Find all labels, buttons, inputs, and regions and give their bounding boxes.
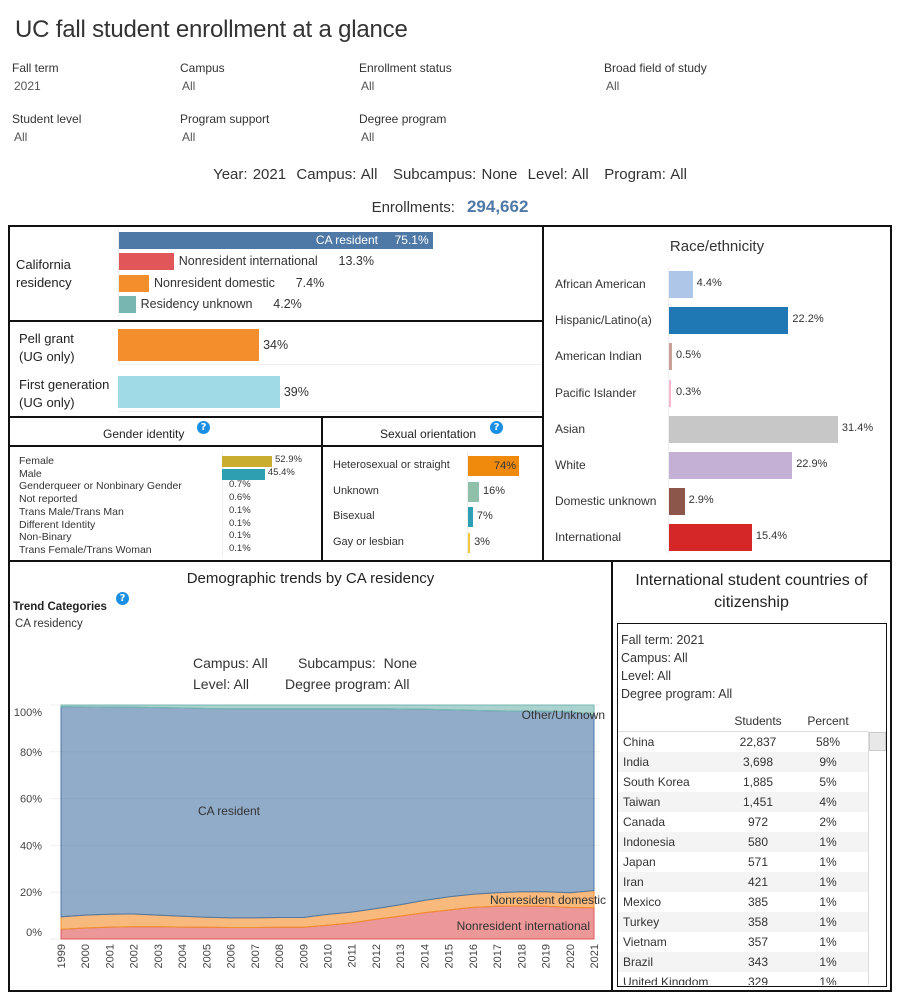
student-percent: 1% (819, 835, 837, 849)
info-fall-term: Fall term: 2021 (621, 633, 705, 647)
info-level: Level: All (621, 669, 672, 683)
race-bar[interactable] (669, 488, 685, 516)
filter-value[interactable]: All (604, 79, 707, 93)
y-tick-label: 100% (14, 707, 42, 719)
race-value: 15.4% (755, 530, 788, 543)
international-title: International student countries of citiz… (611, 570, 892, 614)
table-row[interactable]: Vietnam 357 1% (618, 932, 868, 952)
student-count: 421 (747, 875, 769, 889)
table-row[interactable]: South Korea 1,885 5% (618, 772, 868, 792)
student-count: 357 (747, 935, 769, 949)
student-count: 1,885 (742, 775, 774, 789)
table-row[interactable]: Taiwan 1,451 4% (618, 792, 868, 812)
student-count: 358 (747, 915, 769, 929)
area-annotation: Other/Unknown (522, 708, 605, 722)
country-name: South Korea (623, 775, 690, 789)
race-value: 31.4% (841, 421, 874, 434)
student-percent: 5% (819, 775, 837, 789)
student-percent: 4% (819, 795, 837, 809)
student-count: 972 (747, 815, 769, 829)
column-header-students[interactable]: Students (713, 714, 803, 728)
race-value: 22.2% (792, 313, 824, 326)
international-info: Fall term: 2021 Campus: All Level: All D… (621, 631, 732, 703)
info-campus: Campus: All (621, 651, 688, 665)
filter-broad-field[interactable]: Broad field of study All (604, 61, 707, 93)
race-bar[interactable] (669, 415, 838, 443)
international-title-line2: citizenship (714, 594, 789, 611)
student-count: 1,451 (742, 795, 774, 809)
table-row[interactable]: Japan 571 1% (618, 852, 868, 872)
student-percent: 1% (819, 915, 837, 929)
race-bar[interactable] (669, 379, 671, 407)
table-row[interactable]: Iran 421 1% (618, 872, 868, 892)
table-row[interactable]: Canada 972 2% (618, 812, 868, 832)
column-header-percent[interactable]: Percent (798, 714, 858, 728)
student-percent: 1% (819, 875, 837, 889)
table-scrollbar[interactable] (868, 731, 886, 985)
country-name: Turkey (623, 915, 660, 929)
student-percent: 1% (819, 955, 837, 969)
country-name: Iran (623, 875, 644, 889)
race-value: 0.5% (676, 349, 702, 362)
table-row[interactable]: Brazil 343 1% (618, 952, 868, 972)
race-value: 4.4% (696, 277, 722, 289)
race-bar[interactable] (669, 452, 793, 479)
country-name: India (623, 755, 650, 769)
international-table: China 22,837 58% India 3,698 9% South Korea 1,8… (0, 732, 900, 985)
student-count: 580 (747, 835, 769, 849)
student-percent: 1% (819, 895, 837, 909)
table-row[interactable]: China 22,837 58% (618, 732, 868, 752)
country-name: China (623, 735, 655, 749)
international-title-line1: International student countries of (635, 572, 868, 589)
race-bar[interactable] (669, 343, 672, 371)
student-percent: 1% (819, 855, 837, 869)
filter-label: Broad field of study (604, 61, 707, 75)
student-count: 3,698 (742, 755, 774, 769)
student-percent: 9% (819, 755, 837, 769)
country-name: Vietnam (623, 935, 667, 949)
country-name: Indonesia (623, 835, 676, 849)
student-count: 343 (747, 955, 769, 969)
table-row[interactable]: India 3,698 9% (618, 752, 868, 772)
country-name: Brazil (623, 955, 654, 969)
student-percent: 2% (819, 815, 837, 829)
table-row[interactable]: Indonesia 580 1% (618, 832, 868, 852)
student-percent: 58% (815, 735, 841, 749)
scrollbar-thumb[interactable] (869, 732, 886, 751)
country-name: United Kingdom (623, 975, 709, 985)
race-value: 0.3% (676, 385, 702, 398)
table-row[interactable]: Mexico 385 1% (618, 892, 868, 912)
country-name: Mexico (623, 895, 662, 909)
table-row[interactable]: Turkey 358 1% (618, 912, 868, 932)
race-bar[interactable] (669, 524, 752, 552)
info-degree-program: Degree program: All (621, 687, 733, 701)
country-name: Taiwan (623, 795, 661, 809)
student-percent: 1% (819, 935, 837, 949)
student-count: 22,837 (739, 735, 777, 749)
student-count: 329 (747, 975, 769, 985)
student-percent: 1% (819, 975, 837, 985)
country-name: Canada (623, 815, 666, 829)
table-row[interactable]: United Kingdom 329 1% (618, 972, 868, 985)
student-count: 385 (747, 895, 769, 909)
race-value: 2.9% (688, 494, 714, 507)
race-bar[interactable] (669, 307, 789, 335)
race-value: 22.9% (796, 458, 828, 470)
country-name: Japan (623, 855, 656, 869)
student-count: 571 (747, 855, 769, 869)
race-bar[interactable] (669, 271, 693, 298)
